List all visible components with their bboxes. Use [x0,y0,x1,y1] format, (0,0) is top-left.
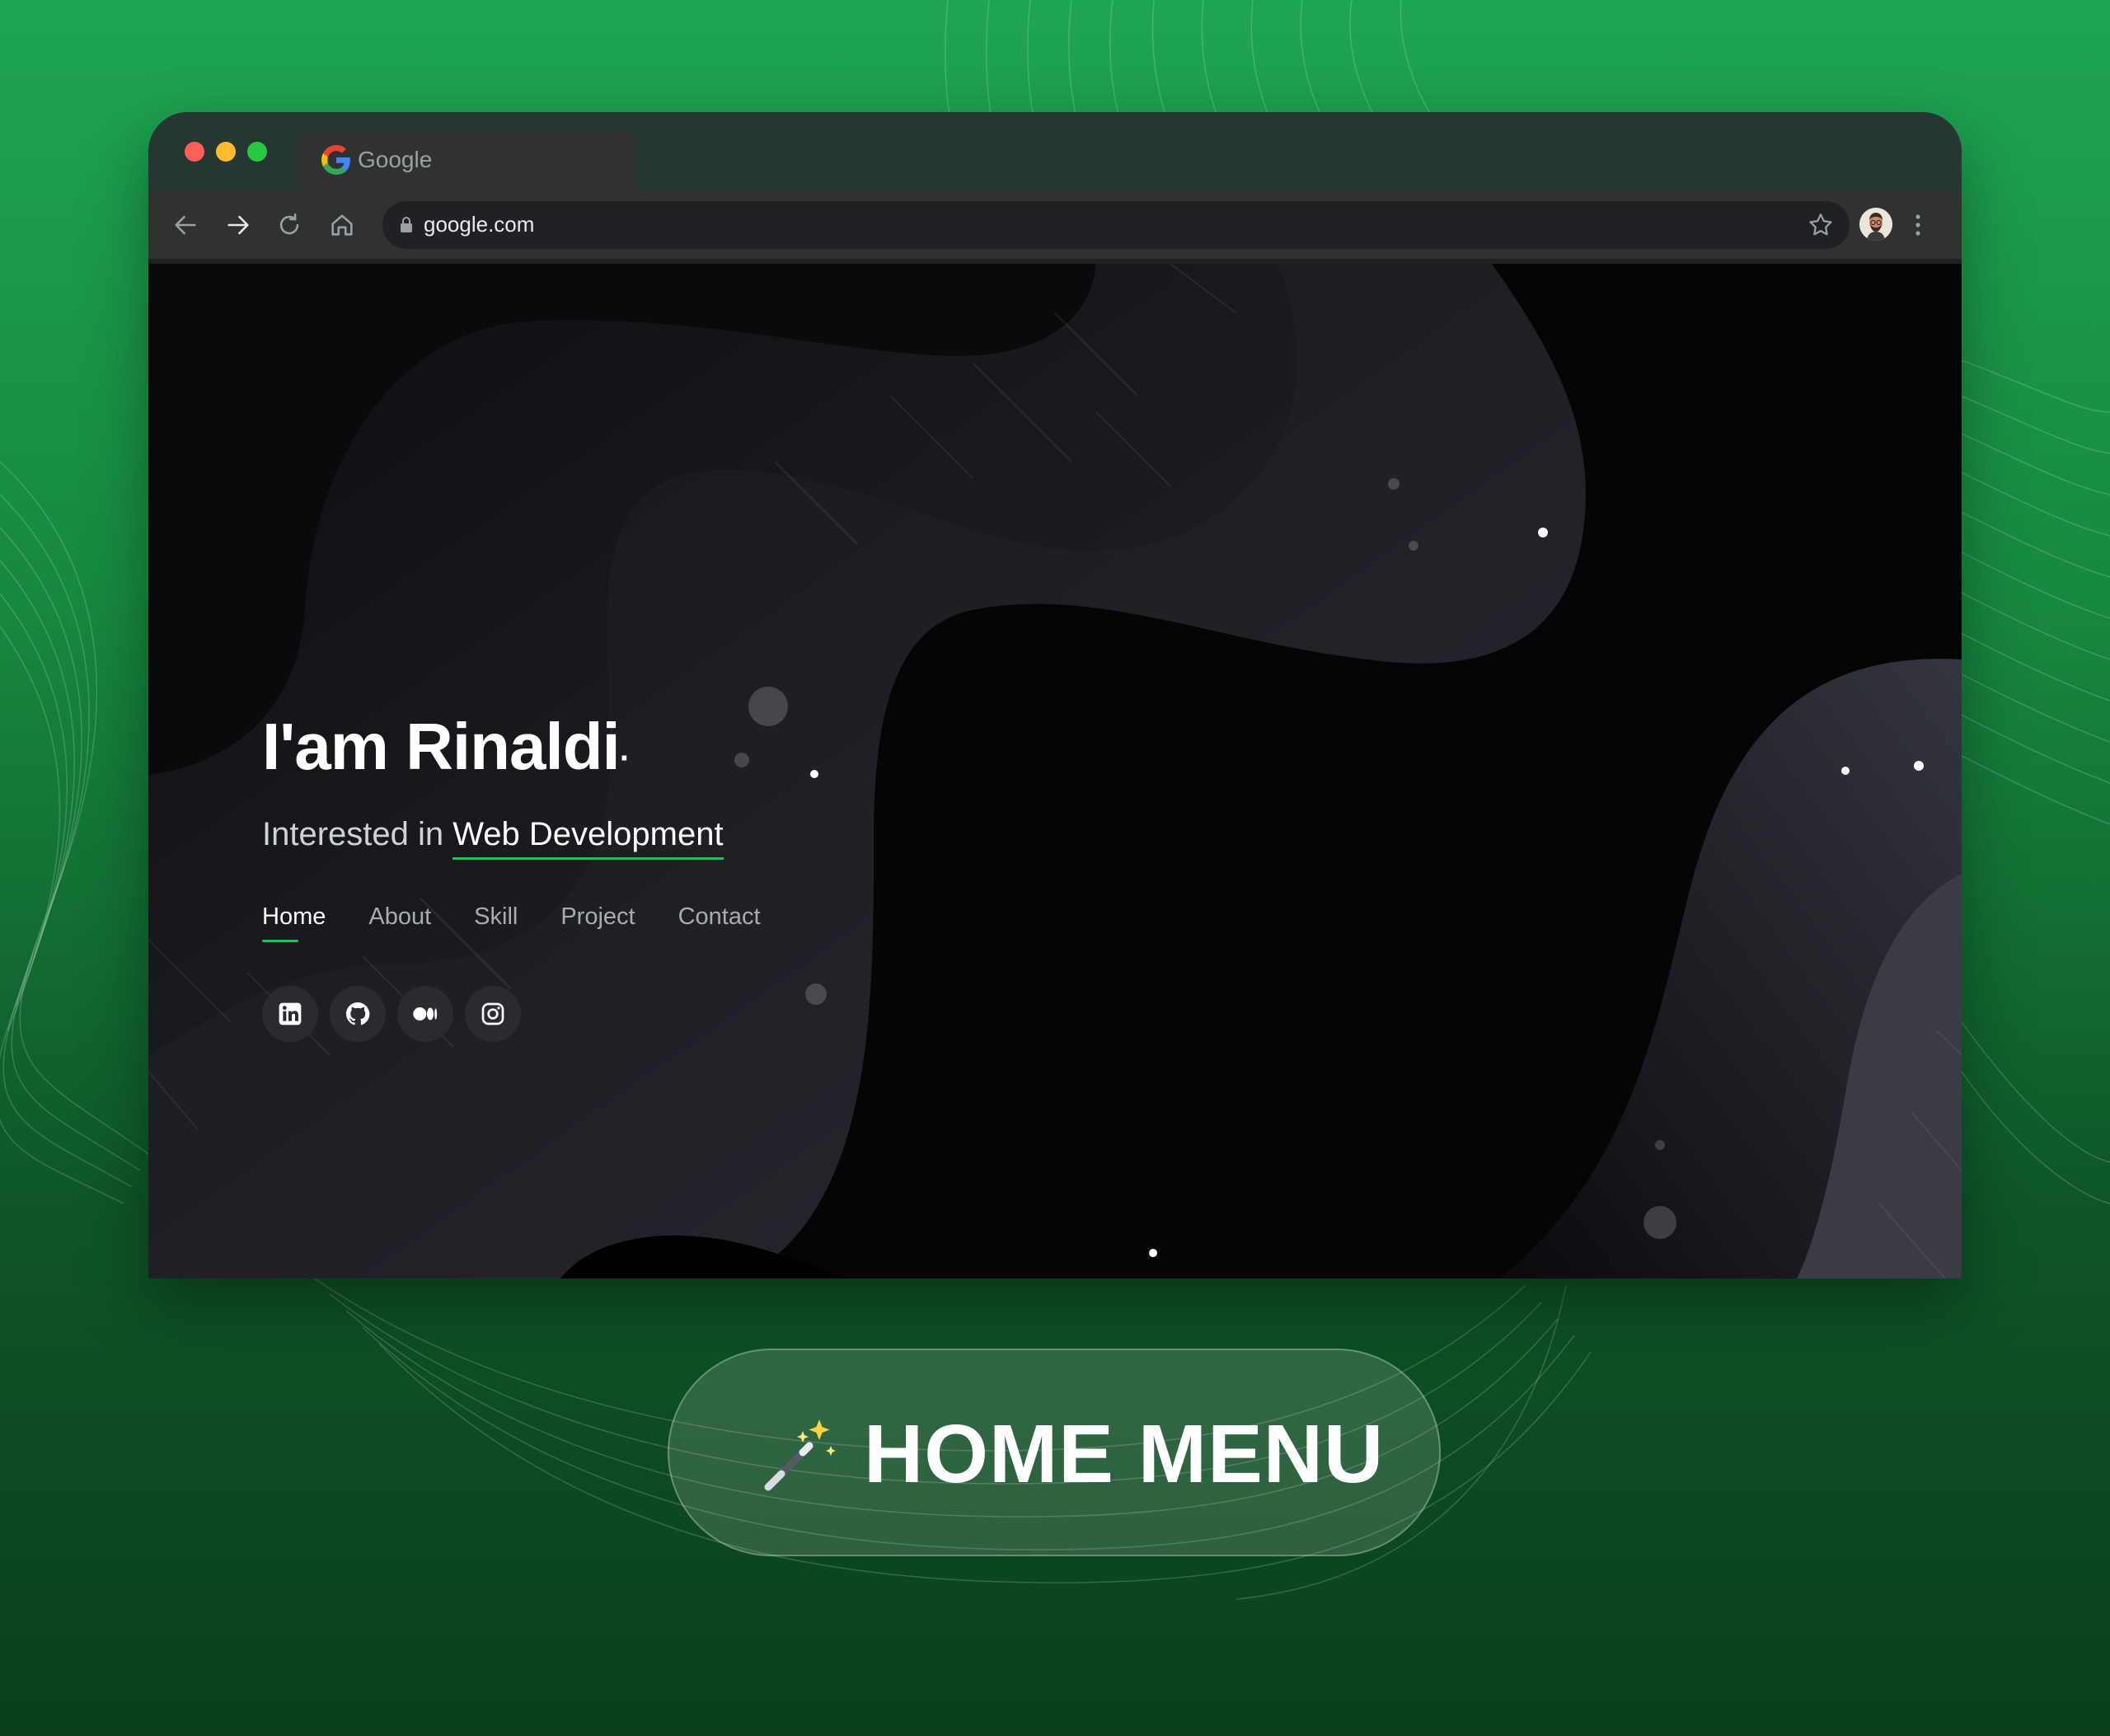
hero-title-text: I'am Rinaldi [262,710,621,783]
hero-subtitle-prefix: Interested in [262,816,453,852]
browser-window: Google google.com I'am Rinaldi· Interest… [148,112,1962,1279]
forward-arrow-icon[interactable] [224,211,252,239]
nav-link-home[interactable]: Home [262,903,326,942]
magic-wand-icon [764,1419,836,1491]
hero-title: I'am Rinaldi· [262,709,631,785]
hero-subtitle: Interested in Web Development [262,816,724,860]
home-icon[interactable] [328,211,356,239]
feature-badge: HOME MENU [668,1349,1441,1556]
url-text: google.com [424,212,535,237]
lock-icon [401,217,412,232]
medium-button[interactable] [397,986,453,1042]
hero-subtitle-highlight: Web Development [452,816,724,860]
address-bar[interactable]: google.com [382,201,1850,249]
social-links [262,986,521,1042]
close-window-button[interactable] [185,142,204,162]
medium-icon [413,1007,438,1020]
instagram-icon [481,1002,504,1025]
google-logo-icon [321,145,350,175]
browser-toolbar: google.com [148,191,1962,259]
bookmark-star-icon[interactable] [1807,211,1835,239]
minimize-window-button[interactable] [216,142,236,162]
hero-title-dot: · [619,740,631,777]
profile-avatar[interactable] [1859,208,1892,241]
maximize-window-button[interactable] [247,142,267,162]
instagram-button[interactable] [465,986,521,1042]
back-arrow-icon[interactable] [171,211,199,239]
badge-label: HOME MENU [864,1408,1385,1500]
more-options-icon[interactable] [1912,209,1924,241]
github-icon [346,1002,370,1025]
profile-avatar-icon [1859,208,1892,241]
reload-icon[interactable] [275,211,303,239]
nav-link-contact[interactable]: Contact [678,903,761,942]
browser-tab[interactable]: Google [298,130,636,191]
linkedin-button[interactable] [262,986,318,1042]
tab-title: Google [358,147,433,172]
main-nav: Home About Skill Project Contact [262,903,761,942]
github-button[interactable] [330,986,386,1042]
linkedin-icon [279,1002,302,1025]
nav-link-skill[interactable]: Skill [474,903,518,942]
webpage-viewport: I'am Rinaldi· Interested in Web Developm… [148,264,1962,1279]
nav-link-about[interactable]: About [368,903,431,942]
browser-titlebar: Google [148,112,1962,191]
nav-link-project[interactable]: Project [560,903,635,942]
